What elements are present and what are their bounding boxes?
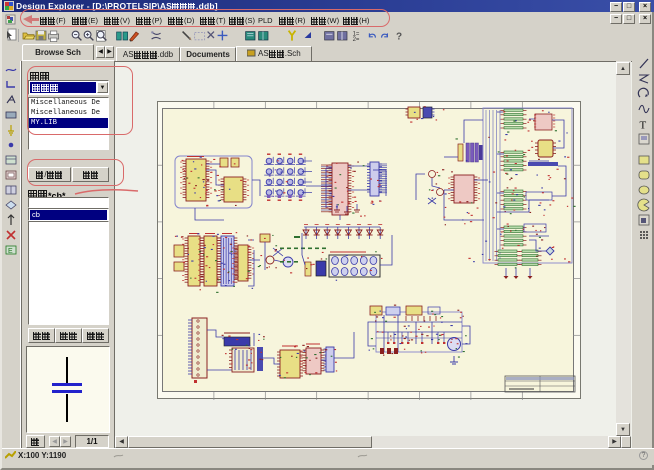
- svg-text:2=: 2=: [353, 37, 360, 43]
- svg-text:?: ?: [396, 31, 402, 42]
- svg-text:E: E: [8, 248, 13, 255]
- svg-text:T: T: [640, 120, 647, 132]
